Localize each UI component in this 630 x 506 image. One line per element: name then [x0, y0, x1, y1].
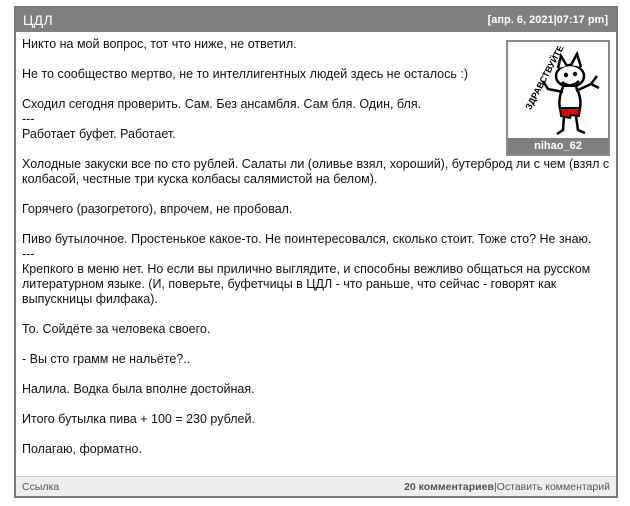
paragraph: Итого бутылка пива + 100 = 230 рублей. — [22, 412, 255, 426]
journal-post: ЦДЛ [апр. 6, 2021|07:17 pm] ЗДРАВСТВУЙТЕ… — [14, 6, 618, 498]
paragraph: - Вы сто грамм не нальёте?.. — [22, 352, 191, 366]
post-header: ЦДЛ [апр. 6, 2021|07:17 pm] — [16, 8, 616, 32]
permalink-link[interactable]: Ссылка — [22, 481, 59, 493]
comment-actions: 20 комментариев|Оставить комментарий — [404, 481, 610, 493]
post-body: ЗДРАВСТВУЙТЕ! nihao_62 Никто на мой вопр… — [16, 32, 616, 477]
comments-count-link[interactable]: 20 комментариев — [404, 481, 494, 493]
separator-line: --- — [22, 247, 35, 261]
add-comment-link[interactable]: Оставить комментарий — [497, 481, 610, 493]
post-title: ЦДЛ — [23, 12, 53, 28]
avatar[interactable]: ЗДРАВСТВУЙТЕ! nihao_62 — [506, 40, 610, 156]
paragraph: Налила. Водка была вполне достойная. — [22, 382, 255, 396]
paragraph: Пиво бутылочное. Простенькое какое-то. Н… — [22, 232, 592, 246]
post-footer: Ссылка 20 комментариев|Оставить коммента… — [16, 476, 616, 496]
paragraph: Крепкого в меню нет. Но если вы прилично… — [22, 262, 591, 306]
paragraph: Холодные закуски все по сто рублей. Сала… — [22, 157, 610, 186]
post-date: [апр. 6, 2021|07:17 pm] — [487, 14, 608, 26]
paragraph: Горячего (разогретого), впрочем, не проб… — [22, 202, 293, 216]
avatar-username[interactable]: nihao_62 — [508, 138, 608, 154]
paragraph: Полагаю, форматно. — [22, 442, 142, 456]
paragraph: То. Сойдёте за человека своего. — [22, 322, 211, 336]
cartoon-character-icon: ЗДРАВСТВУЙТЕ! — [522, 46, 600, 136]
